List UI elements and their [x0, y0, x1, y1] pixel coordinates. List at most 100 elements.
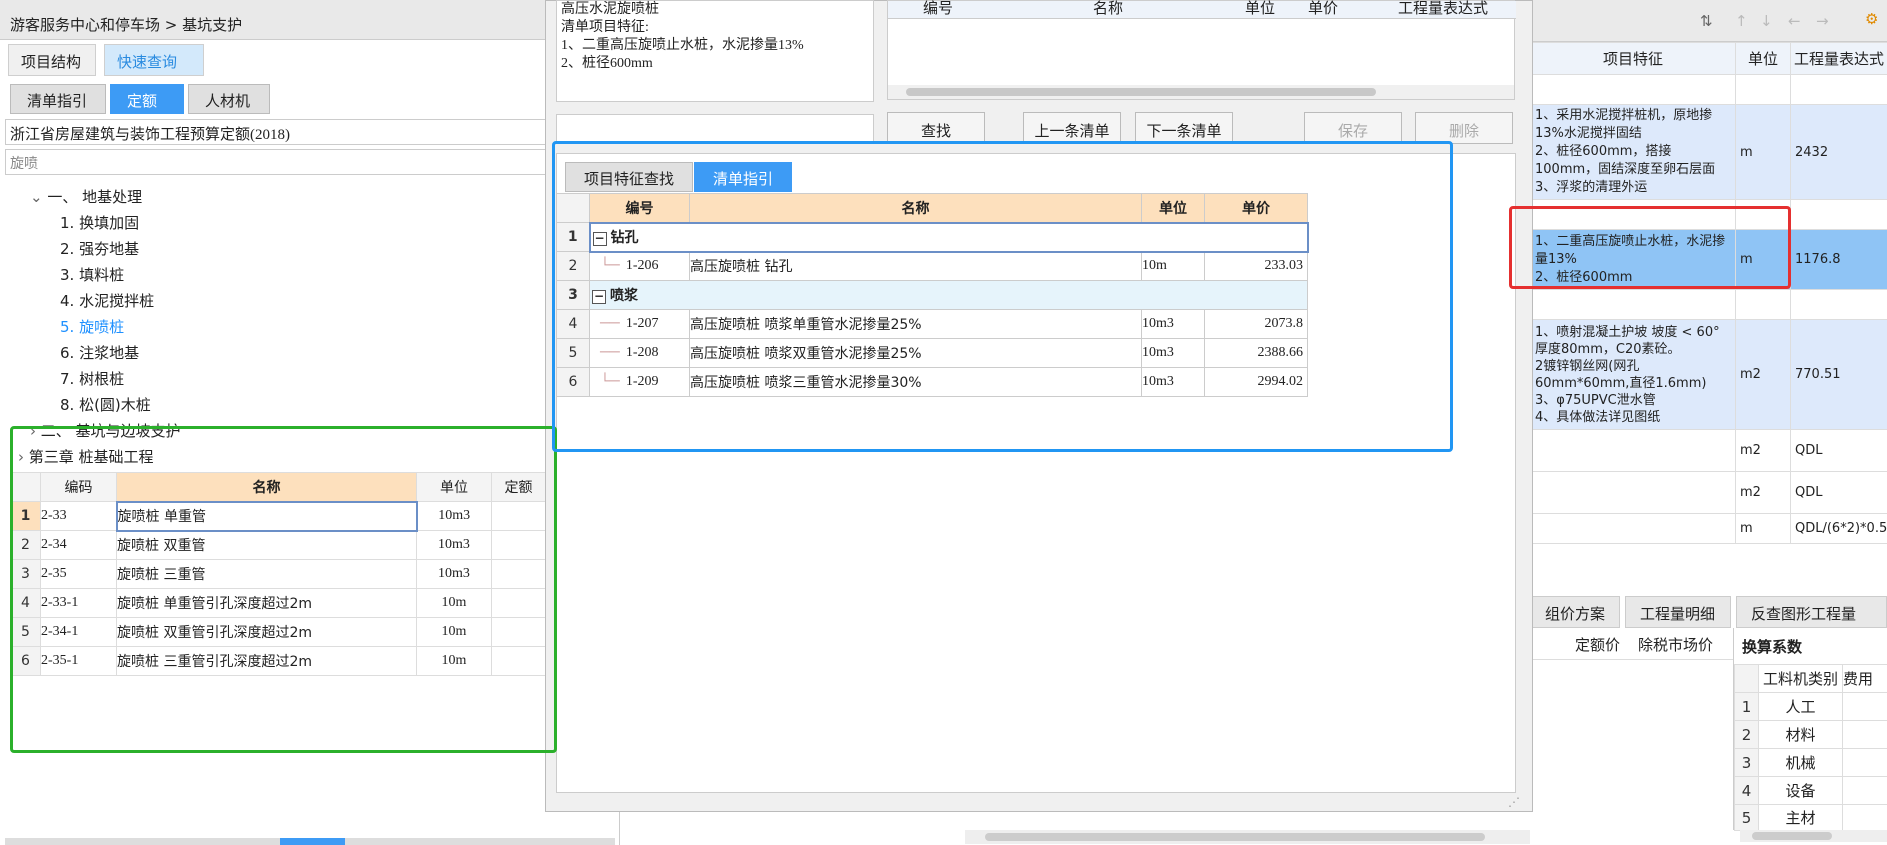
table-row[interactable]: m2 QDL: [1530, 471, 1887, 514]
next-list-button[interactable]: 下一条清单: [1135, 112, 1233, 144]
column-header-expression[interactable]: 工程量表达式: [1398, 0, 1488, 18]
table-row[interactable]: m QDL/(6*2)*0.5: [1530, 513, 1887, 544]
table-row[interactable]: [1530, 289, 1887, 320]
bill-grid-scrollbar[interactable]: [888, 85, 1514, 99]
settings-icon[interactable]: ⚙: [1865, 10, 1878, 28]
column-header-fee[interactable]: 费用: [1842, 664, 1887, 693]
cell-feature[interactable]: [1530, 74, 1736, 105]
column-header-unit[interactable]: 单位: [1735, 42, 1791, 75]
table-row[interactable]: m2 QDL: [1530, 429, 1887, 472]
table-row[interactable]: [1530, 74, 1887, 105]
save-button[interactable]: 保存: [1304, 112, 1402, 144]
cell-feature[interactable]: 1、采用水泥搅拌桩机，原地掺13%水泥搅拌固结 2、桩径600mm，搭接100m…: [1530, 104, 1736, 200]
table-row[interactable]: 1、喷射混凝土护坡 坡度 < 60° 厚度80mm，C20素砼。 2镀锌钢丝网(…: [1530, 319, 1887, 430]
cell-fee[interactable]: [1842, 692, 1887, 721]
cell-fee[interactable]: [1842, 776, 1887, 805]
cell-unit[interactable]: m: [1735, 104, 1791, 200]
cell-expression[interactable]: [1790, 74, 1887, 105]
tab-quick-query[interactable]: 快速查询: [104, 44, 204, 76]
tab-project-structure[interactable]: 项目结构: [8, 44, 96, 76]
cell-category[interactable]: 人工: [1758, 692, 1843, 721]
bottom-scrollbar-thumb[interactable]: [985, 833, 1485, 841]
cell-expression[interactable]: 1176.8: [1790, 229, 1887, 290]
tree-item[interactable]: 8. 松(圆)木桩: [60, 394, 151, 415]
column-header-feature[interactable]: 项目特征: [1530, 42, 1736, 75]
bill-grid-scrollbar-thumb[interactable]: [906, 88, 1376, 96]
cell-unit[interactable]: [1735, 289, 1791, 320]
cell-unit[interactable]: m2: [1735, 319, 1791, 430]
table-row[interactable]: 2 材料: [1734, 720, 1887, 749]
coef-scrollbar[interactable]: [1740, 830, 1887, 842]
tree-node-root[interactable]: ⌄ 一、 地基处理: [30, 186, 142, 207]
quota-select[interactable]: 浙江省房屋建筑与装饰工程预算定额(2018): [5, 119, 615, 145]
feature-input[interactable]: [556, 114, 874, 142]
cell-expression[interactable]: QDL/(6*2)*0.5: [1790, 513, 1887, 544]
tree-item[interactable]: 3. 填料桩: [60, 264, 124, 285]
table-row[interactable]: 5 主材: [1734, 804, 1887, 831]
column-header-quota-price[interactable]: 定额价: [1575, 634, 1620, 655]
delete-button[interactable]: 删除: [1415, 112, 1513, 144]
move-down-icon[interactable]: ↓: [1760, 12, 1773, 30]
cell-fee[interactable]: [1842, 748, 1887, 777]
cell-feature[interactable]: 1、喷射混凝土护坡 坡度 < 60° 厚度80mm，C20素砼。 2镀锌钢丝网(…: [1530, 319, 1736, 430]
tab-quota[interactable]: 定额: [110, 84, 184, 114]
cell-fee[interactable]: [1842, 804, 1887, 831]
tree-item[interactable]: 2. 强夯地基: [60, 238, 139, 259]
table-row[interactable]: 1 人工: [1734, 692, 1887, 721]
table-row[interactable]: 4 设备: [1734, 776, 1887, 805]
cell-category[interactable]: 机械: [1758, 748, 1843, 777]
cell-feature[interactable]: [1530, 513, 1736, 544]
cell-expression[interactable]: QDL: [1790, 471, 1887, 514]
tab-reverse-graphic-quantity[interactable]: 反查图形工程量: [1736, 596, 1887, 628]
cell-expression[interactable]: [1790, 289, 1887, 320]
table-row[interactable]: 1、采用水泥搅拌桩机，原地掺13%水泥搅拌固结 2、桩径600mm，搭接100m…: [1530, 104, 1887, 200]
chevron-down-icon[interactable]: ⌄: [30, 188, 43, 206]
cell-fee[interactable]: [1842, 720, 1887, 749]
cell-expression[interactable]: 2432: [1790, 104, 1887, 200]
tab-labor-material[interactable]: 人材机: [188, 84, 270, 114]
tree-item[interactable]: 1. 换填加固: [60, 212, 139, 233]
column-header-category[interactable]: 工料机类别: [1758, 664, 1843, 693]
cell-feature[interactable]: [1530, 471, 1736, 514]
left-scrollbar[interactable]: [5, 838, 615, 845]
cell-unit[interactable]: m2: [1735, 471, 1791, 514]
bill-grid: 编号 名称 单位 单价 工程量表达式: [887, 0, 1516, 100]
cell-unit[interactable]: [1735, 74, 1791, 105]
cell-expression[interactable]: 770.51: [1790, 319, 1887, 430]
arrow-right-icon[interactable]: →: [1816, 12, 1829, 30]
column-header-expression[interactable]: 工程量表达式: [1790, 42, 1887, 75]
table-row[interactable]: 3 机械: [1734, 748, 1887, 777]
cell-category[interactable]: 主材: [1758, 804, 1843, 831]
tab-quantity-detail[interactable]: 工程量明细: [1625, 596, 1731, 628]
column-header-price[interactable]: 单价: [1308, 0, 1338, 18]
tab-pricing-scheme[interactable]: 组价方案: [1530, 596, 1620, 628]
cell-unit[interactable]: m: [1735, 513, 1791, 544]
column-header-unit[interactable]: 单位: [1245, 0, 1275, 18]
prev-list-button[interactable]: 上一条清单: [1023, 112, 1121, 144]
tree-item-selected[interactable]: 5. 旋喷桩: [60, 316, 124, 337]
bottom-scrollbar[interactable]: [965, 830, 1530, 844]
tree-item[interactable]: 7. 树根桩: [60, 368, 124, 389]
left-scrollbar-thumb[interactable]: [280, 838, 345, 845]
arrow-left-icon[interactable]: ←: [1788, 12, 1801, 30]
move-up-icon[interactable]: ↑: [1735, 12, 1748, 30]
cell-expression[interactable]: QDL: [1790, 429, 1887, 472]
coef-scrollbar-thumb[interactable]: [1752, 832, 1832, 840]
tree-item[interactable]: 4. 水泥搅拌桩: [60, 290, 154, 311]
cell-unit[interactable]: m2: [1735, 429, 1791, 472]
cell-expression[interactable]: [1790, 199, 1887, 230]
resize-grip-icon[interactable]: ⋰: [1508, 795, 1520, 809]
cell-category[interactable]: 设备: [1758, 776, 1843, 805]
column-header-name[interactable]: 名称: [1093, 0, 1123, 18]
tree-item[interactable]: 6. 注浆地基: [60, 342, 139, 363]
column-header-market-price[interactable]: 除税市场价: [1638, 634, 1713, 655]
search-input[interactable]: 旋喷: [5, 149, 615, 175]
feature-text-area[interactable]: 高压水泥旋喷桩 清单项目特征: 1、二重高压旋喷止水桩，水泥掺量13% 2、桩径…: [556, 0, 874, 102]
cell-category[interactable]: 材料: [1758, 720, 1843, 749]
cell-feature[interactable]: [1530, 429, 1736, 472]
column-header-code[interactable]: 编号: [923, 0, 953, 18]
tab-list-guide[interactable]: 清单指引: [10, 84, 106, 114]
find-button[interactable]: 查找: [887, 112, 985, 144]
cell-feature[interactable]: [1530, 289, 1736, 320]
sort-icon[interactable]: ⇅: [1700, 12, 1713, 30]
